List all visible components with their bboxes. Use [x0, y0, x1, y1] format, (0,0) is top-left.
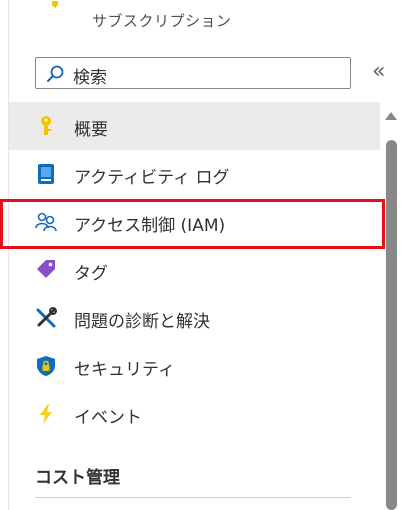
nav-item-label: 概要: [74, 120, 108, 140]
search-placeholder: 検索: [73, 68, 107, 88]
key-icon: [48, 0, 62, 14]
highlight-box: [0, 199, 385, 249]
nav-item-activity-log[interactable]: アクティビティ ログ: [9, 150, 380, 198]
nav-item-label: セキュリティ: [74, 360, 175, 380]
lightning-icon: [35, 403, 57, 425]
page-subtitle: サブスクリプション: [92, 12, 232, 30]
tag-icon: [35, 259, 57, 281]
scroll-up-arrow-icon[interactable]: [385, 112, 397, 120]
collapse-sidebar-button[interactable]: «: [372, 61, 385, 83]
nav-item-tags[interactable]: タグ: [9, 246, 380, 294]
double-chevron-left-icon: «: [372, 59, 386, 84]
nav-item-diagnose[interactable]: 問題の診断と解決: [9, 294, 380, 342]
nav-item-label: 問題の診断と解決: [74, 312, 210, 332]
nav-item-overview[interactable]: 概要: [9, 102, 380, 150]
azure-sidebar: サブスクリプション 検索 « 概要 アクティビティ ログ アクセス制御 (IAM…: [0, 0, 411, 510]
key-icon: [35, 115, 57, 137]
scrollbar-thumb[interactable]: [386, 140, 397, 510]
search-input[interactable]: 検索: [35, 57, 351, 89]
wrench-icon: [35, 307, 57, 329]
nav-item-label: タグ: [74, 264, 108, 284]
nav-item-label: イベント: [74, 408, 142, 428]
section-heading-cost-management: コスト管理: [35, 468, 120, 488]
shield-icon: [35, 355, 57, 377]
section-divider: [35, 497, 351, 498]
nav-item-events[interactable]: イベント: [9, 390, 380, 438]
sidebar-nav: 概要 アクティビティ ログ アクセス制御 (IAM) タグ 問題の診断と解決 セ…: [9, 102, 380, 438]
nav-item-security[interactable]: セキュリティ: [9, 342, 380, 390]
nav-item-label: アクティビティ ログ: [74, 168, 230, 188]
search-icon: [46, 65, 64, 83]
activity-log-icon: [35, 163, 57, 185]
